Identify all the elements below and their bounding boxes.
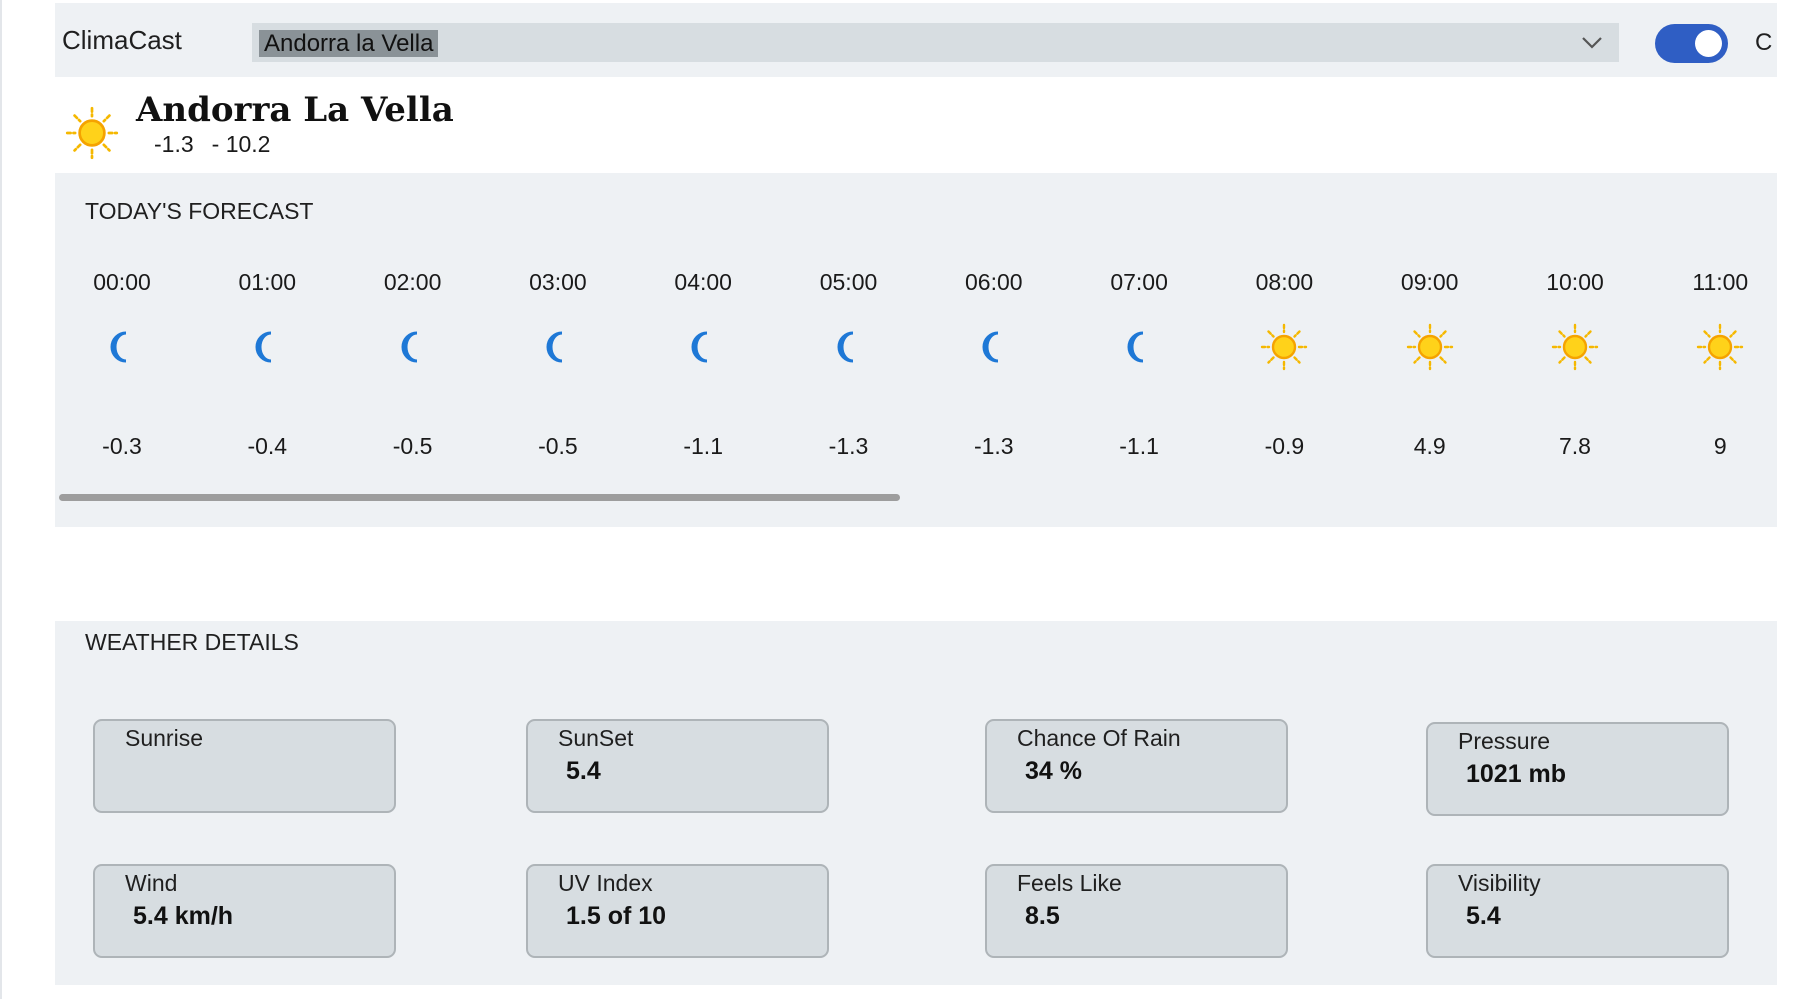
- window-edge: [0, 0, 2, 999]
- wind-card: Wind 5.4 km/h: [93, 864, 396, 958]
- forecast-hour-time: 11:00: [1692, 269, 1749, 295]
- uv-index-card: UV Index 1.5 of 10: [526, 864, 829, 958]
- forecast-hour: 08:00 -0.9: [1224, 173, 1344, 473]
- forecast-hour-time: 09:00: [1400, 269, 1459, 295]
- visibility-card: Visibility 5.4: [1426, 864, 1729, 958]
- forecast-hour-time: 02:00: [383, 269, 442, 295]
- temp-range: -1.3 - 10.2: [154, 131, 270, 158]
- temp-min: -1.3: [154, 131, 194, 157]
- card-label: Sunrise: [125, 725, 203, 751]
- card-value: 34 %: [1025, 757, 1082, 785]
- card-value: 5.4 km/h: [133, 902, 234, 930]
- unit-toggle[interactable]: [1655, 24, 1728, 63]
- sunrise-card: Sunrise: [93, 719, 396, 813]
- forecast-hour-temp: -1.1: [683, 433, 723, 459]
- moon-icon: [546, 331, 563, 363]
- city-select-value: Andorra la Vella: [259, 30, 439, 57]
- sunset-card: SunSet 5.4: [526, 719, 829, 813]
- card-label: UV Index: [558, 870, 653, 896]
- forecast-hour: 02:00 -0.5: [353, 173, 473, 473]
- forecast-hour: 03:00 -0.5: [498, 173, 618, 473]
- forecast-hour-time: 05:00: [819, 269, 878, 295]
- forecast-hour-time: 00:00: [93, 269, 151, 295]
- forecast-hour: 09:00 4.9: [1370, 173, 1490, 473]
- city-name: Andorra La Vella: [136, 90, 454, 130]
- forecast-hour-temp: 4.9: [1413, 433, 1446, 459]
- forecast-hour: 07:00 -1.1: [1079, 173, 1199, 473]
- sun-icon: [1406, 323, 1453, 371]
- card-label: Pressure: [1458, 728, 1551, 754]
- forecast-hour-time: 04:00: [674, 269, 732, 295]
- forecast-hour: 00:00 -0.3: [62, 173, 182, 473]
- card-value: 8.5: [1025, 902, 1060, 930]
- forecast-hour-time: 01:00: [238, 269, 297, 295]
- forecast-hour-temp: -1.3: [828, 433, 869, 459]
- moon-icon: [691, 331, 708, 363]
- card-label: Wind: [125, 870, 178, 896]
- forecast-hour-time: 10:00: [1546, 269, 1604, 295]
- details-title: WEATHER DETAILS: [85, 629, 299, 655]
- forecast-hour-temp: -0.5: [392, 433, 433, 459]
- forecast-hour-temp: -1.1: [1119, 433, 1159, 459]
- forecast-hour-temp: -0.9: [1264, 433, 1305, 459]
- toggle-knob: [1695, 30, 1722, 57]
- chevron-down-icon[interactable]: [1579, 29, 1605, 55]
- feels-like-card: Feels Like 8.5: [985, 864, 1288, 958]
- moon-icon: [401, 331, 417, 363]
- sun-icon: [1551, 323, 1599, 371]
- forecast-hour: 10:00 7.8: [1515, 173, 1635, 473]
- forecast-panel: TODAY'S FORECAST 00:00 -0.3 01:00 -0.4 02:00…: [55, 173, 1777, 527]
- forecast-hours[interactable]: 00:00 -0.3 01:00 -0.4 02:00 -0.5 03:00 -0.5 04:0…: [55, 173, 1777, 527]
- forecast-hour: 05:00 -1.3: [789, 173, 909, 473]
- forecast-hour-temp: 9: [1713, 433, 1727, 459]
- card-value: 1.5 of 10: [566, 902, 667, 930]
- card-label: SunSet: [558, 725, 634, 751]
- forecast-hour-temp: -0.3: [102, 433, 142, 459]
- card-value: 1021 mb: [1466, 760, 1567, 788]
- forecast-hour: 04:00 -1.1: [643, 173, 763, 473]
- moon-icon: [1127, 331, 1144, 363]
- app-title: ClimaCast: [62, 25, 182, 55]
- sun-icon: [65, 106, 119, 160]
- sun-icon: [1697, 323, 1744, 371]
- moon-icon: [837, 331, 853, 363]
- forecast-hour-time: 03:00: [529, 269, 587, 295]
- top-bar: ClimaCast Andorra la Vella C: [55, 3, 1777, 77]
- moon-icon: [982, 331, 998, 363]
- forecast-hour-temp: 7.8: [1559, 433, 1591, 459]
- moon-icon: [110, 331, 127, 363]
- forecast-hour-time: 06:00: [965, 269, 1023, 295]
- forecast-hour-temp: -0.5: [538, 433, 578, 459]
- sun-icon: [1261, 323, 1308, 371]
- card-value: 5.4: [566, 757, 601, 785]
- forecast-hour: 06:00 -1.3: [934, 173, 1054, 473]
- forecast-hour-temp: -1.3: [973, 433, 1014, 459]
- forecast-hour: 01:00 -0.4: [207, 173, 327, 473]
- card-label: Visibility: [1458, 870, 1541, 896]
- city-select[interactable]: Andorra la Vella: [252, 23, 1619, 62]
- pressure-card: Pressure 1021 mb: [1426, 722, 1729, 816]
- horizontal-scrollbar[interactable]: [59, 494, 900, 501]
- temp-max: - 10.2: [211, 131, 271, 157]
- card-label: Feels Like: [1017, 870, 1122, 896]
- details-panel: WEATHER DETAILS Sunrise SunSet 5.4 Chance O…: [55, 621, 1777, 985]
- forecast-hour-time: 08:00: [1255, 269, 1314, 295]
- card-value: 5.4: [1466, 902, 1501, 930]
- forecast-hour-time: 07:00: [1110, 269, 1168, 295]
- unit-label: C: [1755, 29, 1773, 56]
- chance-of-rain-card: Chance Of Rain 34 %: [985, 719, 1288, 813]
- moon-icon: [255, 331, 272, 363]
- forecast-hour-temp: -0.4: [247, 433, 288, 459]
- card-label: Chance Of Rain: [1017, 725, 1181, 751]
- forecast-hour: 11:00 9: [1660, 173, 1777, 473]
